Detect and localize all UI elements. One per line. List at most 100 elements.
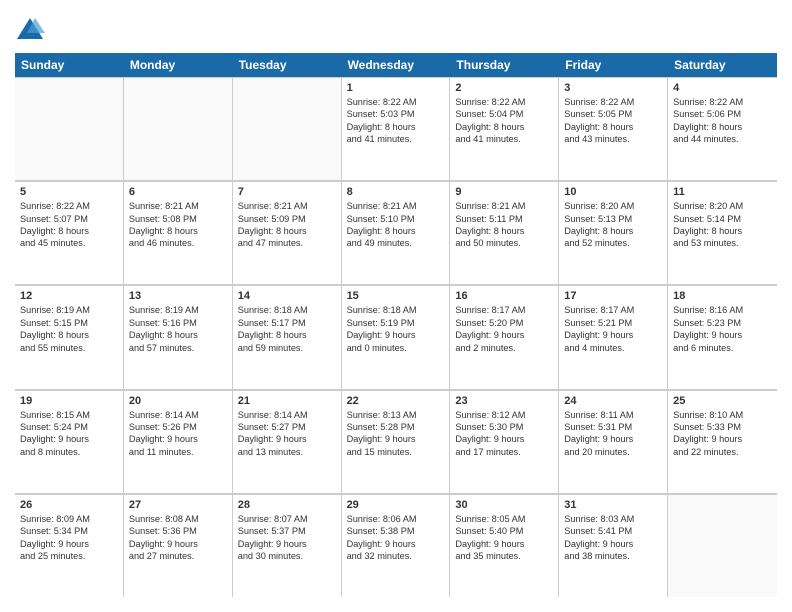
day-number: 3	[564, 82, 662, 94]
calendar-cell: 27Sunrise: 8:08 AM Sunset: 5:36 PM Dayli…	[124, 495, 233, 597]
cell-content: Sunrise: 8:15 AM Sunset: 5:24 PM Dayligh…	[20, 409, 118, 459]
calendar-cell: 16 Sunrise: 8:17 AM Sunset: 5:20 PM Dayli…	[450, 286, 559, 388]
day-number: 26	[20, 499, 118, 511]
calendar-header-thursday: Thursday	[450, 53, 559, 77]
calendar-header: SundayMondayTuesdayWednesdayThursdayFrid…	[15, 53, 777, 77]
cell-content: Sunrise: 8:14 AM Sunset: 5:26 PM Dayligh…	[129, 409, 227, 459]
calendar-cell: 13 Sunrise: 8:19 AM Sunset: 5:16 PM Dayli…	[124, 286, 233, 388]
cell-content: Sunrise: 8:21 AM Sunset: 5:11 PM Dayligh…	[455, 200, 553, 250]
calendar-cell: 21 Sunrise: 8:14 AM Sunset: 5:27 PM Dayli…	[233, 391, 342, 493]
day-number: 2	[455, 82, 553, 94]
cell-content: Sunrise: 8:22 AM Sunset: 5:06 PM Dayligh…	[673, 96, 772, 146]
day-number: 16	[455, 290, 553, 302]
day-number: 19	[20, 395, 118, 407]
calendar-cell: 9Sunrise: 8:21 AM Sunset: 5:11 PM Daylig…	[450, 182, 559, 284]
day-number: 5	[20, 186, 118, 198]
calendar-header-friday: Friday	[559, 53, 668, 77]
day-number: 29	[347, 499, 445, 511]
calendar-cell	[233, 78, 342, 180]
cell-content: Sunrise: 8:19 AM Sunset: 5:15 PM Dayligh…	[20, 304, 118, 354]
cell-content: Sunrise: 8:09 AM Sunset: 5:34 PM Dayligh…	[20, 513, 118, 563]
calendar-cell: 12 Sunrise: 8:19 AM Sunset: 5:15 PM Dayli…	[15, 286, 124, 388]
calendar-header-monday: Monday	[124, 53, 233, 77]
cell-content: Sunrise: 8:17 AM Sunset: 5:20 PM Dayligh…	[455, 304, 553, 354]
day-number: 12	[20, 290, 118, 302]
calendar-header-wednesday: Wednesday	[342, 53, 451, 77]
day-number: 13	[129, 290, 227, 302]
calendar-cell: 4 Sunrise: 8:22 AM Sunset: 5:06 PM Daylig…	[668, 78, 777, 180]
calendar-cell: 7 Sunrise: 8:21 AM Sunset: 5:09 PM Daylig…	[233, 182, 342, 284]
cell-content: Sunrise: 8:20 AM Sunset: 5:13 PM Dayligh…	[564, 200, 662, 250]
cell-content: Sunrise: 8:18 AM Sunset: 5:17 PM Dayligh…	[238, 304, 336, 354]
calendar-row-2: 5 Sunrise: 8:22 AM Sunset: 5:07 PM Daylig…	[15, 181, 777, 285]
calendar-body: 1 Sunrise: 8:22 AM Sunset: 5:03 PM Daylig…	[15, 77, 777, 597]
cell-content: Sunrise: 8:22 AM Sunset: 5:04 PM Dayligh…	[455, 96, 553, 146]
day-number: 4	[673, 82, 772, 94]
calendar-cell: 18 Sunrise: 8:16 AM Sunset: 5:23 PM Dayli…	[668, 286, 777, 388]
calendar-cell: 23 Sunrise: 8:12 AM Sunset: 5:30 PM Dayli…	[450, 391, 559, 493]
cell-content: Sunrise: 8:19 AM Sunset: 5:16 PM Dayligh…	[129, 304, 227, 354]
cell-content: Sunrise: 8:20 AM Sunset: 5:14 PM Dayligh…	[673, 200, 772, 250]
day-number: 1	[347, 82, 445, 94]
cell-content: Sunrise: 8:16 AM Sunset: 5:23 PM Dayligh…	[673, 304, 772, 354]
calendar-cell: 5 Sunrise: 8:22 AM Sunset: 5:07 PM Daylig…	[15, 182, 124, 284]
cell-content: Sunrise: 8:21 AM Sunset: 5:09 PM Dayligh…	[238, 200, 336, 250]
day-number: 21	[238, 395, 336, 407]
day-number: 15	[347, 290, 445, 302]
calendar-cell	[668, 495, 777, 597]
day-number: 25	[673, 395, 772, 407]
calendar-cell	[15, 78, 124, 180]
cell-content: Sunrise: 8:05 AM Sunset: 5:40 PM Dayligh…	[455, 513, 553, 563]
logo-icon	[15, 15, 45, 45]
cell-content: Sunrise: 8:14 AM Sunset: 5:27 PM Dayligh…	[238, 409, 336, 459]
calendar-cell: 17Sunrise: 8:17 AM Sunset: 5:21 PM Dayli…	[559, 286, 668, 388]
logo	[15, 15, 49, 45]
calendar-cell: 19 Sunrise: 8:15 AM Sunset: 5:24 PM Dayli…	[15, 391, 124, 493]
day-number: 7	[238, 186, 336, 198]
calendar-cell: 14 Sunrise: 8:18 AM Sunset: 5:17 PM Dayli…	[233, 286, 342, 388]
calendar-cell: 25 Sunrise: 8:10 AM Sunset: 5:33 PM Dayli…	[668, 391, 777, 493]
calendar: SundayMondayTuesdayWednesdayThursdayFrid…	[15, 53, 777, 597]
calendar-cell: 2 Sunrise: 8:22 AM Sunset: 5:04 PM Daylig…	[450, 78, 559, 180]
calendar-row-1: 1 Sunrise: 8:22 AM Sunset: 5:03 PM Daylig…	[15, 77, 777, 181]
day-number: 11	[673, 186, 772, 198]
day-number: 31	[564, 499, 662, 511]
day-number: 14	[238, 290, 336, 302]
calendar-header-sunday: Sunday	[15, 53, 124, 77]
cell-content: Sunrise: 8:08 AM Sunset: 5:36 PM Dayligh…	[129, 513, 227, 563]
cell-content: Sunrise: 8:21 AM Sunset: 5:08 PM Dayligh…	[129, 200, 227, 250]
day-number: 23	[455, 395, 553, 407]
day-number: 22	[347, 395, 445, 407]
calendar-cell: 20 Sunrise: 8:14 AM Sunset: 5:26 PM Dayli…	[124, 391, 233, 493]
cell-content: Sunrise: 8:03 AM Sunset: 5:41 PM Dayligh…	[564, 513, 662, 563]
day-number: 24	[564, 395, 662, 407]
header	[15, 15, 777, 45]
calendar-row-5: 26 Sunrise: 8:09 AM Sunset: 5:34 PM Dayli…	[15, 494, 777, 597]
calendar-cell: 1 Sunrise: 8:22 AM Sunset: 5:03 PM Daylig…	[342, 78, 451, 180]
cell-content: Sunrise: 8:22 AM Sunset: 5:05 PM Dayligh…	[564, 96, 662, 146]
cell-content: Sunrise: 8:22 AM Sunset: 5:03 PM Dayligh…	[347, 96, 445, 146]
cell-content: Sunrise: 8:12 AM Sunset: 5:30 PM Dayligh…	[455, 409, 553, 459]
day-number: 20	[129, 395, 227, 407]
cell-content: Sunrise: 8:18 AM Sunset: 5:19 PM Dayligh…	[347, 304, 445, 354]
calendar-row-4: 19 Sunrise: 8:15 AM Sunset: 5:24 PM Dayli…	[15, 390, 777, 494]
calendar-cell: 24Sunrise: 8:11 AM Sunset: 5:31 PM Dayli…	[559, 391, 668, 493]
day-number: 8	[347, 186, 445, 198]
calendar-cell	[124, 78, 233, 180]
cell-content: Sunrise: 8:13 AM Sunset: 5:28 PM Dayligh…	[347, 409, 445, 459]
calendar-cell: 28Sunrise: 8:07 AM Sunset: 5:37 PM Dayli…	[233, 495, 342, 597]
calendar-cell: 11 Sunrise: 8:20 AM Sunset: 5:14 PM Dayli…	[668, 182, 777, 284]
calendar-cell: 29Sunrise: 8:06 AM Sunset: 5:38 PM Dayli…	[342, 495, 451, 597]
calendar-header-saturday: Saturday	[668, 53, 777, 77]
calendar-cell: 10Sunrise: 8:20 AM Sunset: 5:13 PM Dayli…	[559, 182, 668, 284]
day-number: 17	[564, 290, 662, 302]
day-number: 6	[129, 186, 227, 198]
calendar-cell: 15 Sunrise: 8:18 AM Sunset: 5:19 PM Dayli…	[342, 286, 451, 388]
page: SundayMondayTuesdayWednesdayThursdayFrid…	[0, 0, 792, 612]
cell-content: Sunrise: 8:10 AM Sunset: 5:33 PM Dayligh…	[673, 409, 772, 459]
calendar-cell: 3 Sunrise: 8:22 AM Sunset: 5:05 PM Daylig…	[559, 78, 668, 180]
day-number: 18	[673, 290, 772, 302]
cell-content: Sunrise: 8:22 AM Sunset: 5:07 PM Dayligh…	[20, 200, 118, 250]
calendar-cell: 31 Sunrise: 8:03 AM Sunset: 5:41 PM Dayli…	[559, 495, 668, 597]
calendar-cell: 8Sunrise: 8:21 AM Sunset: 5:10 PM Daylig…	[342, 182, 451, 284]
